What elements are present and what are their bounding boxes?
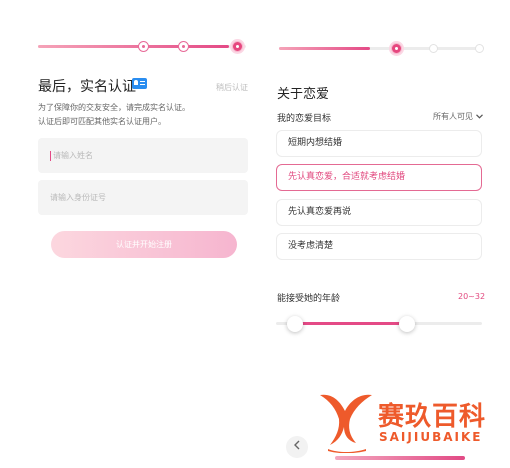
next-button[interactable] (335, 456, 465, 460)
chevron-down-icon (475, 112, 483, 121)
age-max-handle[interactable] (399, 316, 416, 332)
age-min-handle[interactable] (286, 316, 303, 332)
love-goal-label: 我的恋爱目标 (277, 114, 332, 124)
progress-fill (38, 45, 230, 48)
whale-tail-logo (320, 394, 372, 453)
progress-step-2 (178, 41, 189, 52)
visibility-selector[interactable]: 所有人可见 (433, 111, 483, 122)
love-goal-option[interactable]: 没考虑清楚 (276, 233, 482, 260)
chevron-left-icon (294, 440, 300, 450)
progress-bar (279, 43, 484, 54)
progress-fill (279, 47, 371, 50)
watermark-subtext: SAIJIUBAIKE (379, 430, 483, 444)
love-goal-option[interactable]: 先认真恋爱再说 (276, 199, 482, 226)
age-range-fill (294, 322, 408, 325)
progress-step-1 (138, 41, 149, 52)
text-cursor (50, 150, 51, 161)
id-card-icon (132, 78, 147, 89)
watermark-text: 赛玖百科 (378, 402, 487, 432)
age-range-slider[interactable] (276, 316, 482, 332)
age-range-label: 能接受她的年龄 (277, 294, 341, 304)
id-number-input-placeholder: 请输入身份证号 (50, 193, 106, 202)
skip-verification-link[interactable]: 稍后认证 (216, 82, 248, 93)
verify-and-register-button[interactable]: 认证并开始注册 (51, 231, 237, 258)
page-title: 关于恋爱 (277, 87, 330, 102)
realname-verification-panel: 最后，实名认证 稍后认证 为了保障你的交友安全，请完成实名认证。 认证后即可匹配… (0, 0, 262, 468)
name-input-placeholder: 请输入姓名 (53, 151, 93, 160)
progress-bar (38, 41, 246, 52)
love-goal-option[interactable]: 短期内想结婚 (276, 130, 482, 157)
progress-step-current (391, 43, 402, 54)
back-button[interactable] (286, 436, 308, 458)
love-goal-option[interactable]: 先认真恋爱，合适就考虑结婚 (276, 164, 482, 191)
visibility-label: 所有人可见 (433, 112, 473, 121)
id-number-input[interactable]: 请输入身份证号 (38, 180, 248, 215)
progress-step-last (475, 44, 484, 53)
description-line-1: 为了保障你的交友安全，请完成实名认证。 (38, 103, 190, 112)
progress-step-current (232, 41, 243, 52)
progress-step-next (429, 44, 438, 53)
page-title: 最后，实名认证 (38, 79, 136, 95)
description-line-2: 认证后即可匹配其他实名认证用户。 (38, 117, 166, 126)
name-input[interactable]: 请输入姓名 (38, 138, 248, 173)
age-range-value: 20~32 (458, 292, 486, 301)
